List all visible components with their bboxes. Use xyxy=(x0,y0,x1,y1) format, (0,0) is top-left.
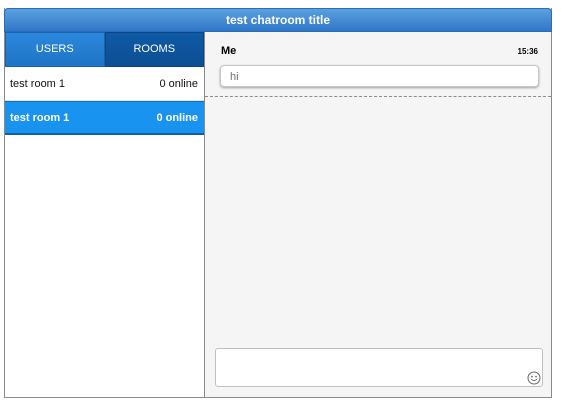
room-name: test room 1 xyxy=(10,77,66,90)
window-title: test chatroom title xyxy=(4,8,552,32)
message-header: Me 15:36 xyxy=(205,32,551,57)
room-list-item[interactable]: test room 1 0 online xyxy=(5,67,204,101)
sidebar-tabs: USERS ROOMS xyxy=(5,32,204,67)
message-input[interactable] xyxy=(216,349,542,386)
smiley-face-icon[interactable] xyxy=(527,371,541,385)
sidebar: USERS ROOMS test room 1 0 online test ro… xyxy=(5,32,205,397)
message-time: 15:36 xyxy=(517,47,538,56)
room-online-count: 0 online xyxy=(159,77,198,90)
room-online-count: 0 online xyxy=(156,111,198,124)
message-sender: Me xyxy=(221,45,237,57)
chat-panel: Me 15:36 hi xyxy=(205,32,551,397)
tab-rooms[interactable]: ROOMS xyxy=(104,32,204,67)
room-list-item-selected[interactable]: test room 1 0 online xyxy=(5,101,204,135)
message-bubble: hi xyxy=(220,65,539,87)
message-divider xyxy=(205,96,551,97)
tab-users[interactable]: USERS xyxy=(5,32,105,67)
chat-window: test chatroom title USERS ROOMS test roo… xyxy=(4,8,552,398)
room-name: test room 1 xyxy=(10,111,70,124)
message-compose xyxy=(215,348,543,387)
